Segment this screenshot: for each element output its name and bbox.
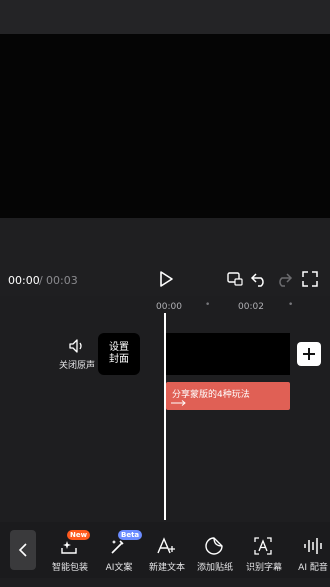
tool-label: 智能包装 (51, 563, 88, 573)
undo-icon[interactable] (250, 270, 268, 288)
total-duration: 00:03 (46, 274, 78, 287)
ruler-tick-label: 00:00 (156, 302, 182, 312)
video-clip[interactable] (166, 333, 290, 375)
tool-label: 添加贴纸 (196, 563, 233, 573)
home-indicator-area (0, 578, 330, 587)
tool-ai-copy[interactable]: Beta AI文案 (96, 530, 143, 574)
mute-original-sound-label[interactable]: 关闭原声 (58, 358, 96, 371)
top-status-bar (0, 0, 330, 34)
set-cover-button[interactable]: 设置 封面 (98, 333, 140, 375)
chevron-left-icon (18, 543, 27, 557)
cover-label-line2: 封面 (109, 354, 129, 365)
tool-label: AI文案 (105, 563, 133, 573)
tool-smart-package[interactable]: New 智能包装 (47, 530, 93, 574)
tool-label: 新建文本 (148, 563, 185, 573)
ruler-tick-label: 00:02 (238, 302, 264, 312)
back-button[interactable] (10, 530, 36, 570)
time-separator: / (39, 274, 43, 287)
play-icon[interactable] (157, 270, 175, 288)
caption-icon (254, 537, 272, 555)
arrow-right-icon (171, 400, 186, 406)
badge-beta: Beta (118, 530, 143, 540)
cover-label-line1: 设置 (109, 342, 129, 353)
speaker-icon[interactable] (68, 337, 86, 355)
plus-icon (303, 348, 315, 360)
new-text-icon (157, 537, 175, 554)
playhead[interactable] (164, 313, 166, 520)
tool-label: AI 配音 (298, 563, 328, 573)
ruler-dot: • (288, 300, 294, 310)
badge-new: New (67, 530, 91, 540)
redo-icon[interactable] (275, 270, 293, 288)
video-preview[interactable] (0, 34, 330, 218)
ruler-dot: • (205, 300, 211, 310)
text-clip[interactable]: 分享蒙版的4种玩法 (166, 382, 290, 410)
text-clip-label: 分享蒙版的4种玩法 (172, 390, 250, 400)
keyframe-screen-icon[interactable] (226, 270, 244, 288)
tool-recognize-captions[interactable]: 识别字幕 (241, 530, 287, 574)
sticker-icon (205, 537, 223, 555)
tool-add-sticker[interactable]: 添加贴纸 (192, 530, 238, 574)
current-time: 00:00 (8, 274, 40, 287)
tool-new-text[interactable]: 新建文本 (144, 530, 190, 574)
tool-ai-voice[interactable]: AI 配音 (290, 530, 330, 574)
ai-voice-icon (304, 538, 322, 554)
add-clip-button[interactable] (297, 342, 321, 366)
tool-label: 识别字幕 (245, 563, 282, 573)
fullscreen-icon[interactable] (301, 270, 319, 288)
